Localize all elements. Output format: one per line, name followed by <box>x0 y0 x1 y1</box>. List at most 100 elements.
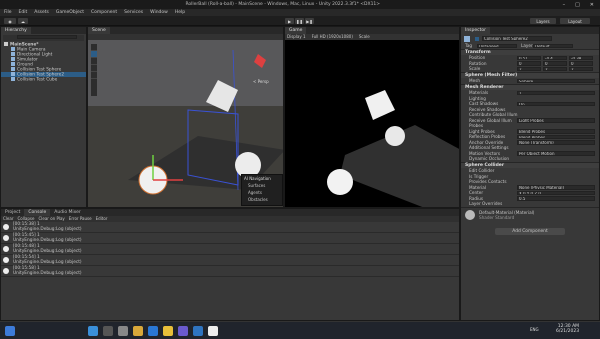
tag-label: Tag <box>465 43 473 48</box>
maximize-icon[interactable]: □ <box>575 2 580 8</box>
search-icon[interactable] <box>103 326 113 336</box>
window-title: RollerBall (Roll-a-ball) - MainScene - W… <box>185 2 381 7</box>
menu-services[interactable]: Services <box>124 10 143 15</box>
move-tool-icon[interactable] <box>91 51 97 58</box>
menu-assets[interactable]: Assets <box>34 10 49 15</box>
scale-x[interactable]: 2 <box>517 66 541 71</box>
cube-icon <box>11 52 15 56</box>
tab-game[interactable]: Game <box>285 27 307 34</box>
object-name-field[interactable]: Collision Test Sphere2 <box>482 36 552 42</box>
row-value[interactable]: X 0 Y 0 Z 0 <box>517 190 595 195</box>
unity-icon[interactable] <box>208 326 218 336</box>
row-label: Layer Overrides <box>469 201 503 206</box>
editor-dropdown[interactable]: Editor <box>96 216 108 222</box>
position-z[interactable]: -0.38 <box>569 55 593 60</box>
console-log-row[interactable]: [00:15:38] 1 UnityEngine.Debug:Log (objec… <box>1 222 459 233</box>
overlay-item-agents[interactable]: Agents <box>242 189 282 196</box>
rotation-x[interactable]: 0 <box>517 61 541 66</box>
vscode-icon[interactable] <box>178 326 188 336</box>
log-message: UnityEngine.Debug:Log (object) <box>13 227 82 232</box>
transform-tool-icon[interactable] <box>91 79 97 86</box>
scale-row: Scale 2 2 2 <box>461 66 599 72</box>
menu-gameobject[interactable]: GameObject <box>56 10 84 15</box>
tab-hierarchy[interactable]: Hierarchy <box>1 27 31 34</box>
layer-dropdown[interactable]: Default <box>533 43 573 48</box>
mesh-field[interactable]: Sphere <box>517 78 595 83</box>
active-checkbox[interactable] <box>475 36 479 41</box>
position-y[interactable]: -4.4 <box>543 55 567 60</box>
cloud-icon[interactable]: ☁ <box>18 18 28 24</box>
info-icon <box>3 268 9 274</box>
console-log-row[interactable]: [00:15:58] 1 UnityEngine.Debug:Log (objec… <box>1 266 459 277</box>
hierarchy-item[interactable]: Collision Test Cube <box>1 77 86 83</box>
menu-help[interactable]: Help <box>175 10 185 15</box>
play-button[interactable]: ▶ <box>285 18 294 24</box>
tab-inspector[interactable]: Inspector <box>461 27 490 34</box>
app-icon[interactable] <box>193 326 203 336</box>
row-value[interactable]: On <box>517 101 595 106</box>
row-value[interactable]: Per Object Motion <box>517 151 595 156</box>
shader-dropdown[interactable]: Standard <box>495 215 514 220</box>
clear-button[interactable]: Clear <box>3 216 13 222</box>
layers-dropdown[interactable]: Layers <box>530 18 556 24</box>
chrome-icon[interactable] <box>163 326 173 336</box>
layer-label: Layer <box>521 43 533 48</box>
game-view-panel: Game Display 1 Full HD (1920x1080) Scale <box>284 26 460 208</box>
menu-component[interactable]: Component <box>91 10 117 15</box>
file-explorer-icon[interactable] <box>133 326 143 336</box>
menu-bar: File Edit Assets GameObject Component Se… <box>0 9 600 16</box>
windows-taskbar: ENG 12:30 AM 6/21/2023 <box>0 321 600 339</box>
scale-tool-icon[interactable] <box>91 65 97 72</box>
scale-y[interactable]: 2 <box>543 66 567 71</box>
rotate-tool-icon[interactable] <box>91 58 97 65</box>
menu-window[interactable]: Window <box>150 10 168 15</box>
game-viewport[interactable] <box>285 40 460 208</box>
persp-label[interactable]: < Persp <box>253 79 269 84</box>
row-value[interactable]: Blend Probes <box>517 134 595 139</box>
close-icon[interactable]: ✕ <box>590 2 594 8</box>
account-button[interactable]: ◉ <box>4 18 16 24</box>
overlay-item-obstacles[interactable]: Obstacles <box>242 196 282 203</box>
tab-console[interactable]: Console <box>24 209 51 216</box>
clock-date: 6/21/2023 <box>556 329 580 334</box>
row-value[interactable]: None (Transform) <box>517 140 595 145</box>
step-button[interactable]: ▶❚ <box>305 18 314 24</box>
console-log-list[interactable]: [00:15:38] 1 UnityEngine.Debug:Log (objec… <box>1 222 459 277</box>
row-value[interactable]: 0.5 <box>517 196 595 201</box>
game-sphere <box>385 126 405 146</box>
pause-button[interactable]: ❚❚ <box>295 18 304 24</box>
console-log-row[interactable]: [00:15:45] 1 UnityEngine.Debug:Log (objec… <box>1 233 459 244</box>
tag-dropdown[interactable]: Untagged <box>477 43 517 48</box>
clock[interactable]: 12:30 AM 6/21/2023 <box>556 324 579 334</box>
scale-z[interactable]: 2 <box>569 66 593 71</box>
row-value[interactable]: Light Probes <box>517 118 595 123</box>
hierarchy-search-input[interactable] <box>17 35 77 39</box>
row-value[interactable]: Blend Probes <box>517 129 595 134</box>
rotation-z[interactable]: 0 <box>569 61 593 66</box>
console-log-row[interactable]: [00:15:48] 1 UnityEngine.Debug:Log (objec… <box>1 244 459 255</box>
rotation-y[interactable]: 0 <box>543 61 567 66</box>
menu-file[interactable]: File <box>4 10 12 15</box>
language-indicator[interactable]: ENG <box>530 327 539 332</box>
console-log-row[interactable]: [00:15:54] 1 UnityEngine.Debug:Log (objec… <box>1 255 459 266</box>
start-icon[interactable] <box>5 326 15 336</box>
minimize-icon[interactable]: – <box>563 2 566 8</box>
add-component-button[interactable]: Add Component <box>495 227 565 235</box>
overlay-item-surfaces[interactable]: Surfaces <box>242 182 282 189</box>
layout-dropdown[interactable]: Layout <box>560 18 590 24</box>
menu-edit[interactable]: Edit <box>19 10 28 15</box>
windows-start-icon[interactable] <box>88 326 98 336</box>
hand-tool-icon[interactable] <box>91 44 97 51</box>
cube-icon <box>11 47 15 51</box>
tab-scene[interactable]: Scene <box>88 27 110 34</box>
tab-audio-mixer[interactable]: Audio Mixer <box>50 209 85 216</box>
row-value[interactable]: 1 <box>517 90 595 95</box>
log-message: UnityEngine.Debug:Log (object) <box>13 271 82 276</box>
tab-project[interactable]: Project <box>1 209 24 216</box>
task-view-icon[interactable] <box>118 326 128 336</box>
position-x[interactable]: 0.51 <box>517 55 541 60</box>
rect-tool-icon[interactable] <box>91 72 97 79</box>
edge-icon[interactable] <box>148 326 158 336</box>
info-icon <box>3 257 9 263</box>
row-value[interactable]: None (Physic Material) <box>517 185 595 190</box>
